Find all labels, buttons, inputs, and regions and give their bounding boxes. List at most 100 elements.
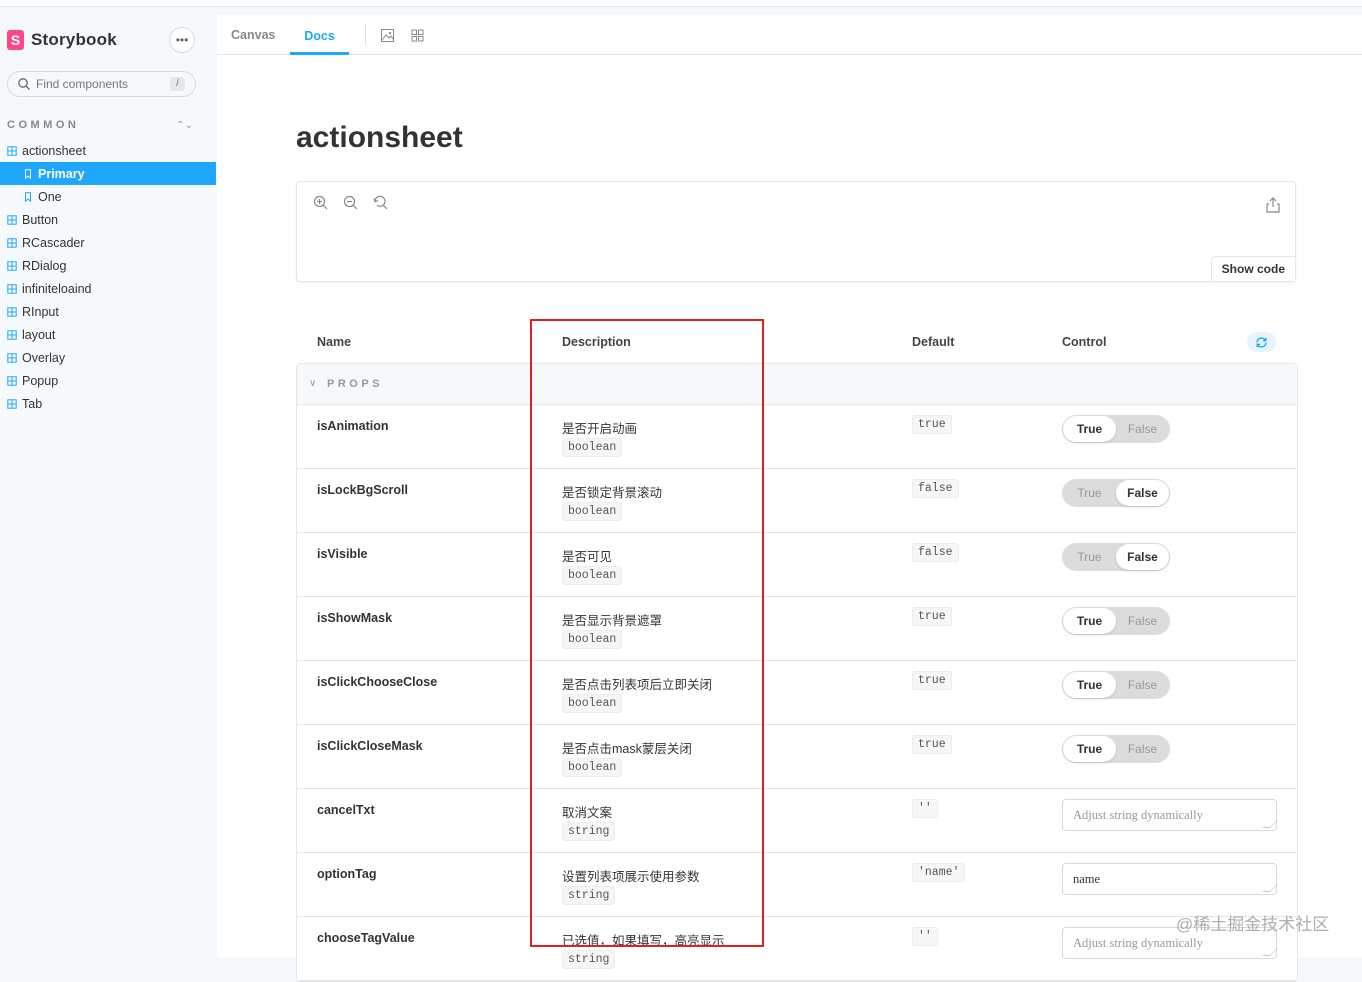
prop-row-canceltxt: cancelTxt 取消文案 string '' Adjust string dynam… xyxy=(297,789,1297,853)
prop-default-value: true xyxy=(912,607,952,626)
sidebar-story-one[interactable]: One xyxy=(0,185,216,208)
prop-type-badge: boolean xyxy=(562,566,623,585)
string-control-input[interactable]: name xyxy=(1062,863,1278,895)
boolean-toggle[interactable]: True False xyxy=(1062,735,1170,763)
props-group-row[interactable]: ∨ PROPS xyxy=(297,364,1297,405)
prop-name: isShowMask xyxy=(317,611,393,625)
boolean-toggle[interactable]: True False xyxy=(1062,415,1170,443)
sidebar-item-tab[interactable]: Tab xyxy=(0,392,216,415)
prop-name: isClickCloseMask xyxy=(317,739,423,753)
toggle-false-option[interactable]: False xyxy=(1116,480,1169,506)
sidebar-section-header[interactable]: COMMON ⌃⌄ xyxy=(7,119,197,131)
zoom-out-icon[interactable] xyxy=(343,195,358,210)
bookmark-icon xyxy=(25,191,31,202)
sidebar-item-rdialog[interactable]: RDialog xyxy=(0,254,216,277)
sidebar-item-rinput[interactable]: RInput xyxy=(0,300,216,323)
page-title: actionsheet xyxy=(296,121,463,154)
brand[interactable]: S Storybook xyxy=(7,30,117,50)
sidebar-item-rcascader[interactable]: RCascader xyxy=(0,231,216,254)
toggle-false-option[interactable]: False xyxy=(1116,672,1169,698)
toggle-false-option[interactable]: False xyxy=(1116,544,1169,570)
toggle-false-option[interactable]: False xyxy=(1116,736,1169,762)
toolbar: Canvas Docs xyxy=(217,15,1362,55)
image-background-icon[interactable] xyxy=(381,29,394,42)
share-icon[interactable] xyxy=(1266,197,1280,213)
search-input[interactable] xyxy=(36,77,156,91)
boolean-toggle[interactable]: True False xyxy=(1062,671,1170,699)
prop-description: 是否点击mask蒙层关闭 xyxy=(562,742,692,756)
prop-name: isAnimation xyxy=(317,419,389,433)
prop-default-value: false xyxy=(912,479,959,498)
component-icon xyxy=(7,260,17,271)
prop-default-value: '' xyxy=(912,799,938,818)
sidebar-story-primary[interactable]: Primary xyxy=(0,162,216,185)
sidebar-item-label: Overlay xyxy=(22,350,66,365)
toggle-true-option[interactable]: True xyxy=(1063,736,1116,762)
grid-icon[interactable] xyxy=(411,29,424,42)
toggle-true-option[interactable]: True xyxy=(1063,480,1116,506)
refresh-icon xyxy=(1256,336,1267,348)
sidebar-item-popup[interactable]: Popup xyxy=(0,369,216,392)
reset-controls-button[interactable] xyxy=(1247,332,1276,352)
prop-row-isclickchooseclose: isClickChooseClose 是否点击列表项后立即关闭 boolean tru… xyxy=(297,661,1297,725)
column-header-name: Name xyxy=(317,335,352,349)
toggle-false-option[interactable]: False xyxy=(1116,416,1169,442)
tab-canvas[interactable]: Canvas xyxy=(231,15,275,55)
show-code-button[interactable]: Show code xyxy=(1210,256,1295,281)
prop-row-isclickclosemask: isClickCloseMask 是否点击mask蒙层关闭 boolean true T… xyxy=(297,725,1297,789)
column-header-description: Description xyxy=(562,335,631,349)
component-icon xyxy=(7,306,17,317)
toggle-false-option[interactable]: False xyxy=(1116,608,1169,634)
ellipsis-icon: ••• xyxy=(175,33,189,47)
expand-collapse-icon[interactable]: ⌃⌄ xyxy=(176,120,193,131)
prop-type-badge: string xyxy=(562,950,616,969)
sidebar-item-button[interactable]: Button xyxy=(0,208,216,231)
boolean-toggle[interactable]: True False xyxy=(1062,479,1170,507)
prop-default-value: false xyxy=(912,543,959,562)
toggle-true-option[interactable]: True xyxy=(1063,416,1116,442)
sidebar-item-infiniteloaind[interactable]: infiniteloaind xyxy=(0,277,216,300)
toggle-true-option[interactable]: True xyxy=(1063,544,1116,570)
boolean-toggle[interactable]: True False xyxy=(1062,543,1170,571)
sidebar-item-label: Button xyxy=(22,212,59,227)
sidebar-item-label: RInput xyxy=(22,304,59,319)
prop-type-badge: boolean xyxy=(562,502,623,521)
component-icon xyxy=(7,352,17,363)
bookmark-icon xyxy=(25,168,31,179)
sidebar-item-actionsheet[interactable]: actionsheet xyxy=(0,139,216,162)
sidebar-item-label: layout xyxy=(22,327,56,342)
prop-row-optiontag: optionTag 设置列表项展示使用参数 string 'name' name xyxy=(297,853,1297,917)
sidebar-item-overlay[interactable]: Overlay xyxy=(0,346,216,369)
component-icon xyxy=(7,375,17,386)
props-group-label: PROPS xyxy=(327,378,384,390)
sidebar-item-label: RDialog xyxy=(22,258,67,273)
toggle-true-option[interactable]: True xyxy=(1063,608,1116,634)
string-control-input[interactable]: Adjust string dynamically xyxy=(1062,799,1278,831)
resize-handle-icon[interactable] xyxy=(1262,820,1278,828)
boolean-toggle[interactable]: True False xyxy=(1062,607,1170,635)
toggle-true-option[interactable]: True xyxy=(1063,672,1116,698)
prop-description: 是否可见 xyxy=(562,550,613,564)
prop-row-islockbgscroll: isLockBgScroll 是否锁定背景滚动 boolean false True Fa… xyxy=(297,469,1297,533)
prop-type-badge: string xyxy=(562,822,616,841)
zoom-reset-icon[interactable] xyxy=(373,195,388,210)
watermark: @稀土掘金技术社区 xyxy=(1176,915,1330,934)
component-icon xyxy=(7,214,17,225)
sidebar-item-layout[interactable]: layout xyxy=(0,323,216,346)
prop-default-value: true xyxy=(912,735,952,754)
brand-name: Storybook xyxy=(31,30,117,49)
prop-description: 是否开启动画 xyxy=(562,422,638,436)
prop-name: optionTag xyxy=(317,867,377,881)
sidebar-item-label: Primary xyxy=(38,166,85,181)
more-options-button[interactable]: ••• xyxy=(169,27,195,53)
component-icon xyxy=(7,329,17,340)
prop-type-badge: boolean xyxy=(562,438,623,457)
resize-handle-icon[interactable] xyxy=(1262,948,1278,956)
resize-handle-icon[interactable] xyxy=(1262,884,1278,892)
tab-docs[interactable]: Docs xyxy=(290,15,349,55)
prop-default-value: 'name' xyxy=(912,863,966,882)
prop-description: 设置列表项展示使用参数 xyxy=(562,870,700,884)
search-box[interactable]: / xyxy=(7,71,196,97)
sidebar-item-label: Tab xyxy=(22,396,43,411)
zoom-in-icon[interactable] xyxy=(313,195,328,210)
